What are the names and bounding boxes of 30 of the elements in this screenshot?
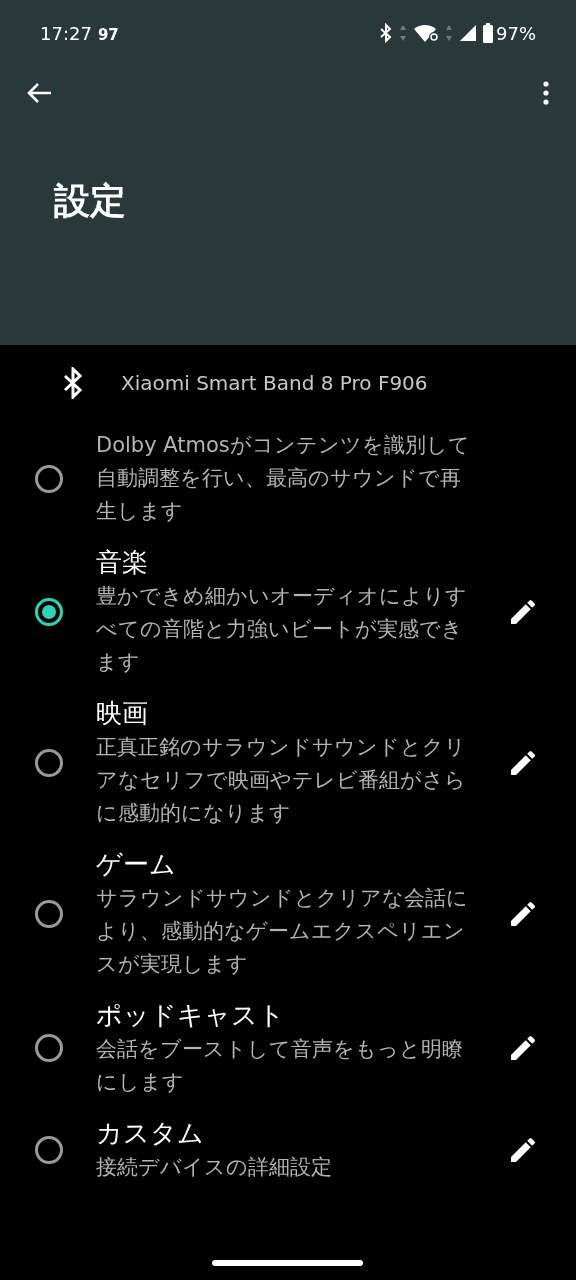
status-indicator: 97 <box>97 24 119 46</box>
data-arrows-icon <box>445 24 453 42</box>
option-title: ポッドキャスト <box>96 999 286 1032</box>
battery-percentage: 97% <box>496 21 536 46</box>
battery-icon <box>483 23 493 43</box>
wifi-icon <box>413 23 439 43</box>
radio-button[interactable] <box>35 597 63 626</box>
status-time: 17:27 <box>40 21 92 46</box>
radio-button[interactable] <box>35 1135 63 1164</box>
option-title: 映画 <box>96 697 149 730</box>
bluetooth-icon <box>379 23 393 43</box>
bluetooth-icon <box>62 367 84 399</box>
option-description: サラウンドサウンドとクリアな会話により、感動的なゲームエクスペリエンスが実現します <box>96 885 469 978</box>
option-description: 豊かできめ細かいオーディオによりすべての音階と力強いビートが実感できます <box>96 583 468 676</box>
radio-button[interactable] <box>35 1034 63 1062</box>
radio-button[interactable] <box>35 464 63 493</box>
radio-button[interactable] <box>35 748 63 777</box>
option-title: 音楽 <box>96 546 149 579</box>
option-description: 正真正銘のサラウンドサウンドとクリアなセリフで映画やテレビ番組がさらに感動的になります <box>96 734 467 827</box>
page-title: 設定 <box>54 179 127 223</box>
option-title: カスタム <box>96 1117 205 1150</box>
option-title: ゲーム <box>96 848 177 881</box>
more-options-button[interactable] <box>540 80 552 106</box>
option-description: Dolby Atmosがコンテンツを識別して自動調整を行い、最高のサウンドで再生します <box>96 432 471 525</box>
radio-button[interactable] <box>35 899 63 928</box>
signal-icon <box>459 24 477 42</box>
option-description: 会話をブーストして音声をもっと明瞭にします <box>96 1036 464 1096</box>
device-name: Xiaomi Smart Band 8 Pro F906 <box>121 370 428 397</box>
data-arrows-icon <box>399 24 407 42</box>
option-description: 接続デバイスの詳細設定 <box>96 1154 333 1181</box>
